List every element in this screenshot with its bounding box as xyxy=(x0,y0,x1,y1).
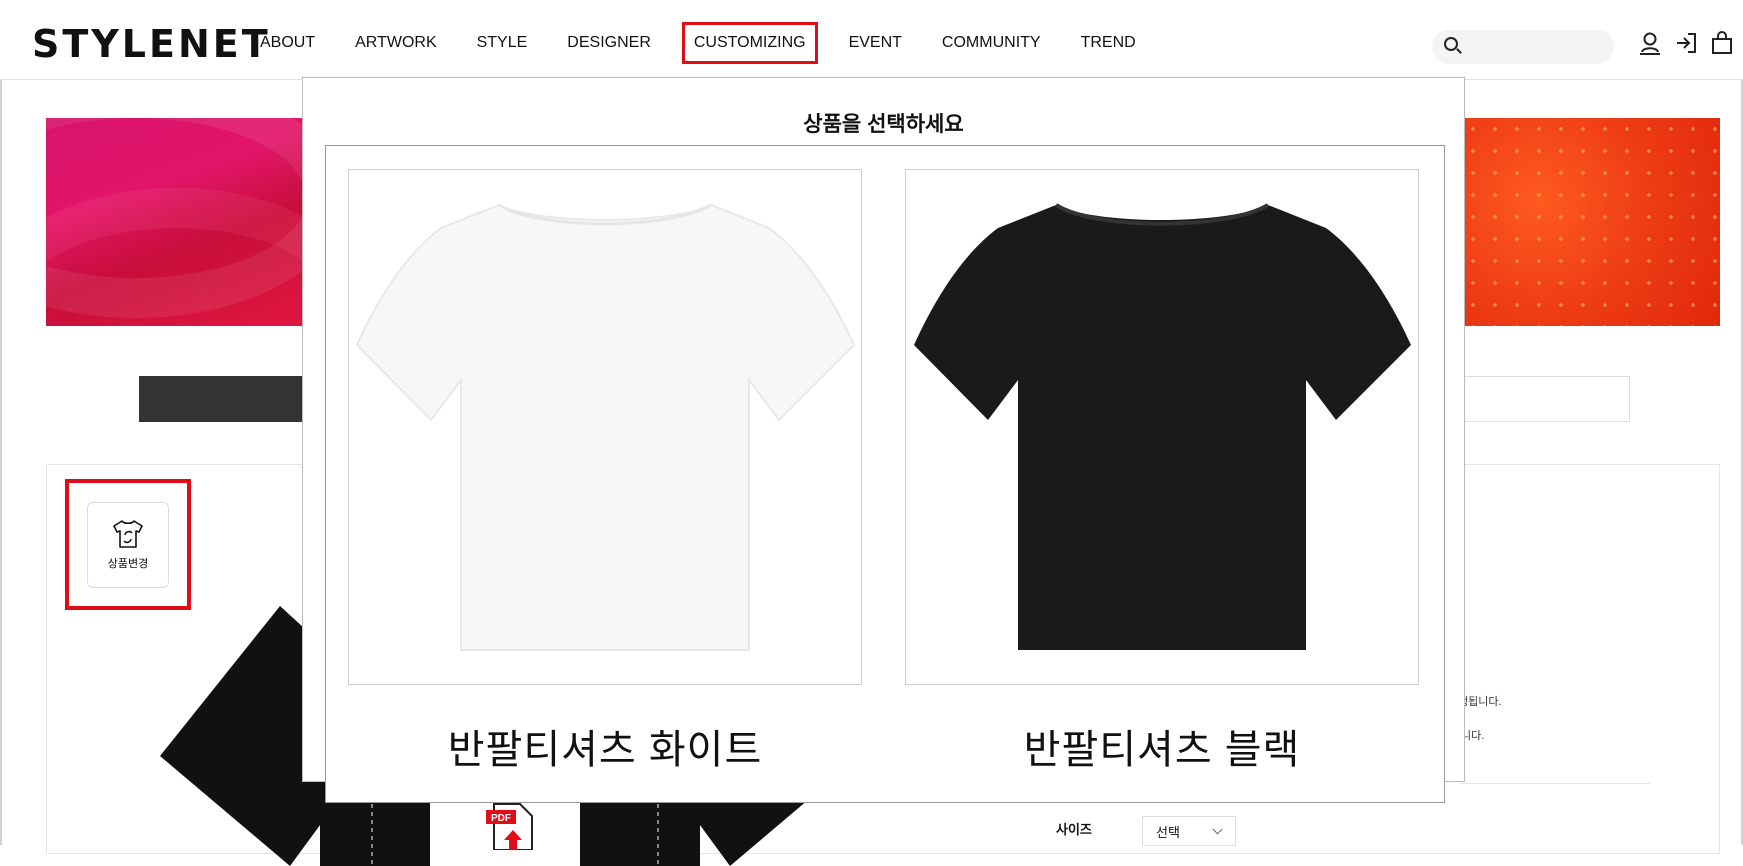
chevron-down-icon xyxy=(1212,824,1223,835)
pdf-badge: PDF xyxy=(491,813,511,824)
nav-item-artwork[interactable]: ARTWORK xyxy=(355,34,436,52)
change-product-button[interactable]: 상품변경 xyxy=(87,502,169,588)
nav-item-customizing[interactable]: CUSTOMIZING xyxy=(681,22,818,64)
change-product-highlight: 상품변경 xyxy=(65,479,191,610)
product-label-white[interactable]: 반팔티셔츠 화이트 xyxy=(345,717,865,775)
change-product-label: 상품변경 xyxy=(107,558,149,570)
nav-item-designer[interactable]: DESIGNER xyxy=(567,34,651,52)
dark-tab-bar[interactable] xyxy=(139,376,309,422)
size-select-value: 선택 xyxy=(1156,825,1180,840)
size-select[interactable]: 선택 xyxy=(1142,816,1236,846)
black-tshirt-image xyxy=(914,203,1411,650)
search-input[interactable] xyxy=(1432,30,1614,64)
main-nav: ABOUT ARTWORK STYLE DESIGNER CUSTOMIZING… xyxy=(260,22,1176,64)
product-card-black[interactable] xyxy=(905,169,1419,685)
search-icon xyxy=(1444,37,1458,51)
white-tshirt-image xyxy=(355,203,856,651)
nav-item-trend[interactable]: TREND xyxy=(1081,34,1136,52)
promo-banner-right xyxy=(1462,118,1720,326)
product-label-black[interactable]: 반팔티셔츠 블랙 xyxy=(902,717,1422,775)
nav-item-style[interactable]: STYLE xyxy=(477,34,528,52)
modal-title: 상품을 선택하세요 xyxy=(803,113,964,136)
site-logo[interactable]: STYLENET xyxy=(32,22,271,66)
site-header: STYLENET ABOUT ARTWORK STYLE DESIGNER CU… xyxy=(0,0,1743,80)
tshirt-swap-icon xyxy=(113,520,143,548)
size-label: 사이즈 xyxy=(1056,822,1092,837)
login-icon[interactable] xyxy=(1673,30,1699,56)
user-icon[interactable] xyxy=(1637,30,1663,56)
divider xyxy=(1460,783,1650,784)
nav-item-about[interactable]: ABOUT xyxy=(260,34,315,52)
pdf-upload-icon[interactable]: PDF xyxy=(486,800,542,851)
nav-item-event[interactable]: EVENT xyxy=(849,34,902,52)
product-card-white[interactable] xyxy=(348,169,862,685)
cart-icon[interactable] xyxy=(1709,30,1735,56)
outlined-tab-bar[interactable] xyxy=(1460,376,1630,422)
nav-item-community[interactable]: COMMUNITY xyxy=(942,34,1041,52)
promo-banner-left xyxy=(46,118,306,326)
